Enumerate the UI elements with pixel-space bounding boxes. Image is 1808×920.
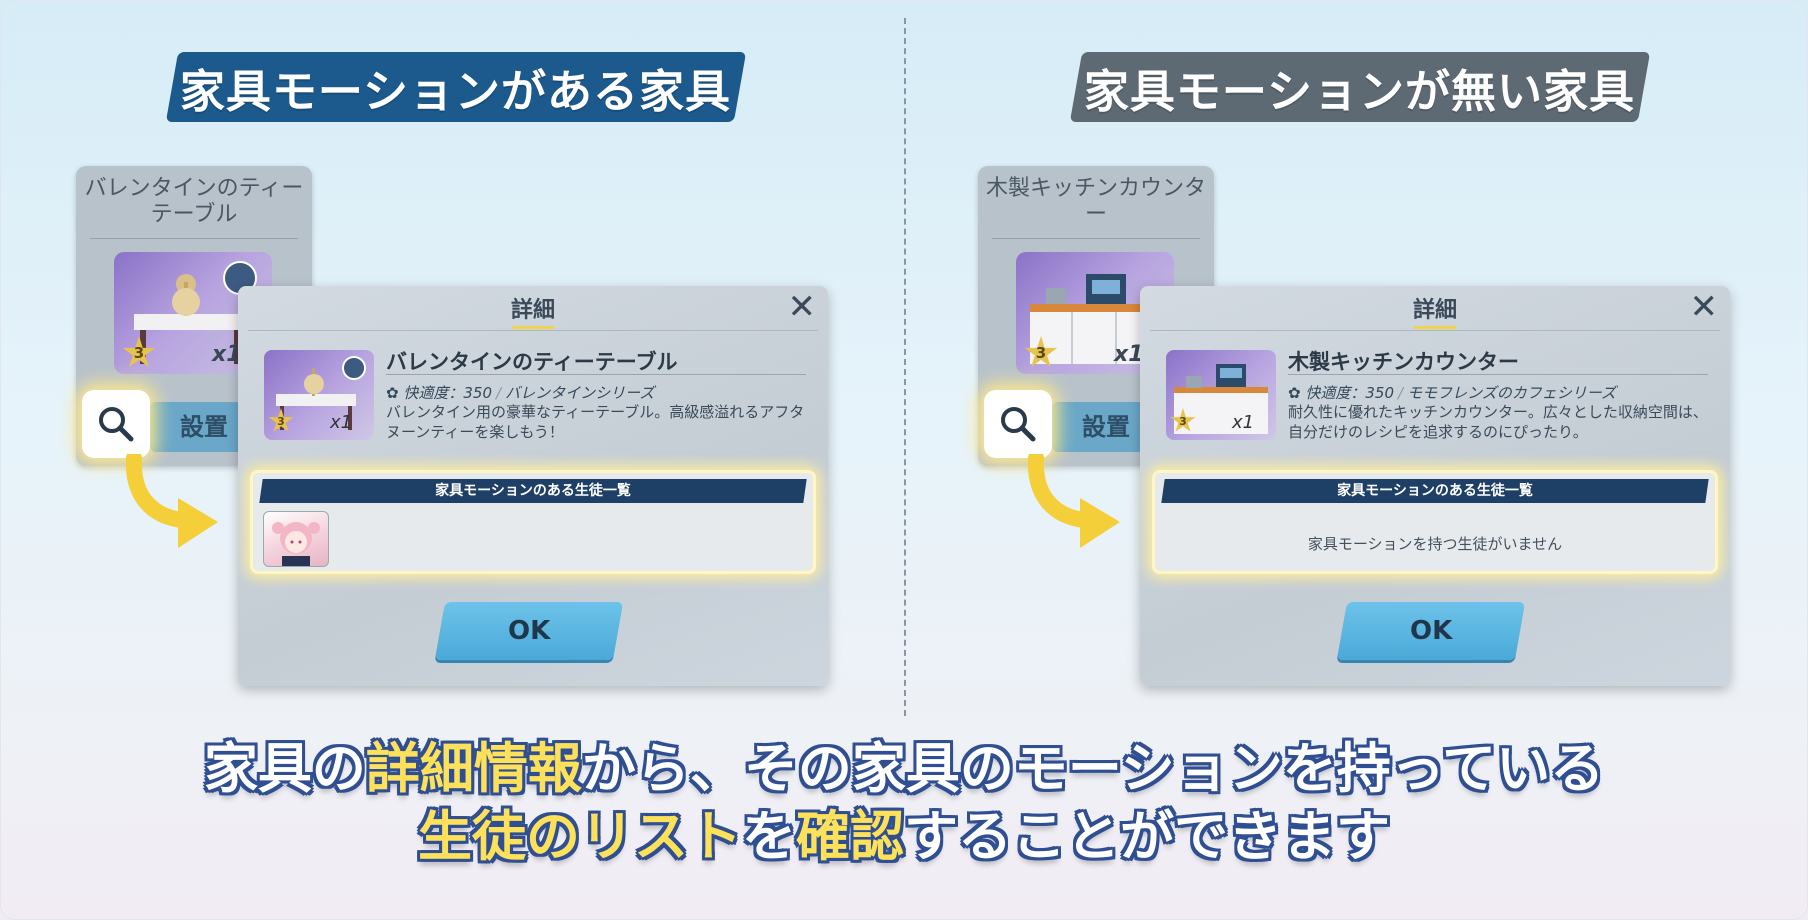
item-meta: ✿ 快適度：350/モモフレンズのカフェシリーズ [1288, 382, 1616, 403]
card-title: 木製キッチンカウンター [986, 176, 1207, 227]
item-thumbnail: 3 x1 [1166, 350, 1276, 440]
title-underline [512, 326, 554, 329]
name-divider [386, 374, 806, 375]
student-avatar[interactable] [263, 511, 329, 567]
curved-arrow-icon [1027, 454, 1120, 548]
comfort-value: 快適度：350 [403, 384, 492, 402]
caption-text: を [742, 805, 796, 868]
series-name: モモフレンズのカフェシリーズ [1407, 384, 1617, 402]
close-icon[interactable]: ✕ [788, 290, 817, 324]
dialog-title: 詳細 [510, 298, 555, 323]
comfort-value: 快適度：350 [1305, 384, 1394, 402]
banner-with-motion: 家具モーションがある家具 [165, 52, 747, 122]
center-divider [904, 18, 906, 716]
student-list-header-label: 家具モーションのある生徒一覧 [1337, 483, 1533, 499]
card-divider [90, 238, 298, 239]
ok-button[interactable]: OK [1336, 602, 1526, 660]
caption-text: 家具の [203, 737, 366, 800]
caption-text: することができます [904, 805, 1390, 868]
student-list-header: 家具モーションのある生徒一覧 [259, 479, 807, 503]
item-quantity: x1 [1232, 412, 1255, 433]
title-underline [1414, 326, 1456, 329]
caption-line-2: 生徒のリストを確認することができます [0, 792, 1808, 871]
empty-list-message: 家具モーションを持つ生徒がいません [1307, 535, 1563, 553]
item-name: 木製キッチンカウンター [1288, 350, 1519, 374]
dialog-divider [248, 330, 818, 331]
series-name: バレンタインシリーズ [505, 384, 655, 402]
item-quantity: x1 [330, 412, 353, 433]
detail-dialog-left: 詳細 ✕ 3 x1 バレンタインのティーテーブル ✿ 快適度：350/バレンタイ… [238, 286, 828, 686]
item-thumbnail: 3 x1 [264, 350, 374, 440]
student-list-panel: 家具モーションのある生徒一覧 [250, 470, 816, 574]
curved-arrow-icon [125, 454, 218, 548]
ok-button[interactable]: OK [434, 602, 624, 660]
card-divider [992, 238, 1200, 239]
close-icon[interactable]: ✕ [1690, 290, 1719, 324]
item-description: バレンタイン用の豪華なティーテーブル。高級感溢れるアフタヌーンティーを楽しもう！ [386, 403, 805, 441]
caption-highlight: 生徒のリスト [418, 805, 742, 868]
dialog-divider [1150, 330, 1720, 331]
ok-button-label: OK [507, 616, 551, 646]
student-list-header: 家具モーションのある生徒一覧 [1161, 479, 1709, 503]
magnifier-icon[interactable] [82, 390, 150, 458]
comfort-icon: ✿ [386, 384, 399, 402]
banner-with-motion-label: 家具モーションがある家具 [180, 64, 732, 118]
meta-separator: / [496, 384, 502, 402]
meta-separator: / [1398, 384, 1404, 402]
banner-without-motion-label: 家具モーションが無い家具 [1084, 64, 1636, 118]
caption-text: から、その家具のモーションを持っている [581, 737, 1605, 800]
student-list-panel: 家具モーションのある生徒一覧 家具モーションを持つ生徒がいません [1152, 470, 1718, 574]
card-title: バレンタインのティーテーブル [84, 176, 304, 227]
caption-highlight: 確認 [796, 805, 904, 868]
caption-highlight: 詳細情報 [365, 737, 582, 800]
ok-button-label: OK [1409, 616, 1453, 646]
item-description: 耐久性に優れたキッチンカウンター。広々とした収納空間は、自分だけのレシピを追求す… [1288, 403, 1708, 441]
dialog-title: 詳細 [1412, 298, 1457, 323]
detail-dialog-right: 詳細 ✕ 3 x1 木製キッチンカウンター ✿ 快適度：350/モモフレンズのカ… [1140, 286, 1730, 686]
magnifier-icon[interactable] [984, 390, 1052, 458]
name-divider [1288, 374, 1708, 375]
student-list-header-label: 家具モーションのある生徒一覧 [435, 483, 631, 499]
comfort-icon: ✿ [1288, 384, 1301, 402]
item-meta: ✿ 快適度：350/バレンタインシリーズ [386, 382, 654, 403]
item-name: バレンタインのティーテーブル [386, 350, 678, 374]
banner-without-motion: 家具モーションが無い家具 [1069, 52, 1651, 122]
